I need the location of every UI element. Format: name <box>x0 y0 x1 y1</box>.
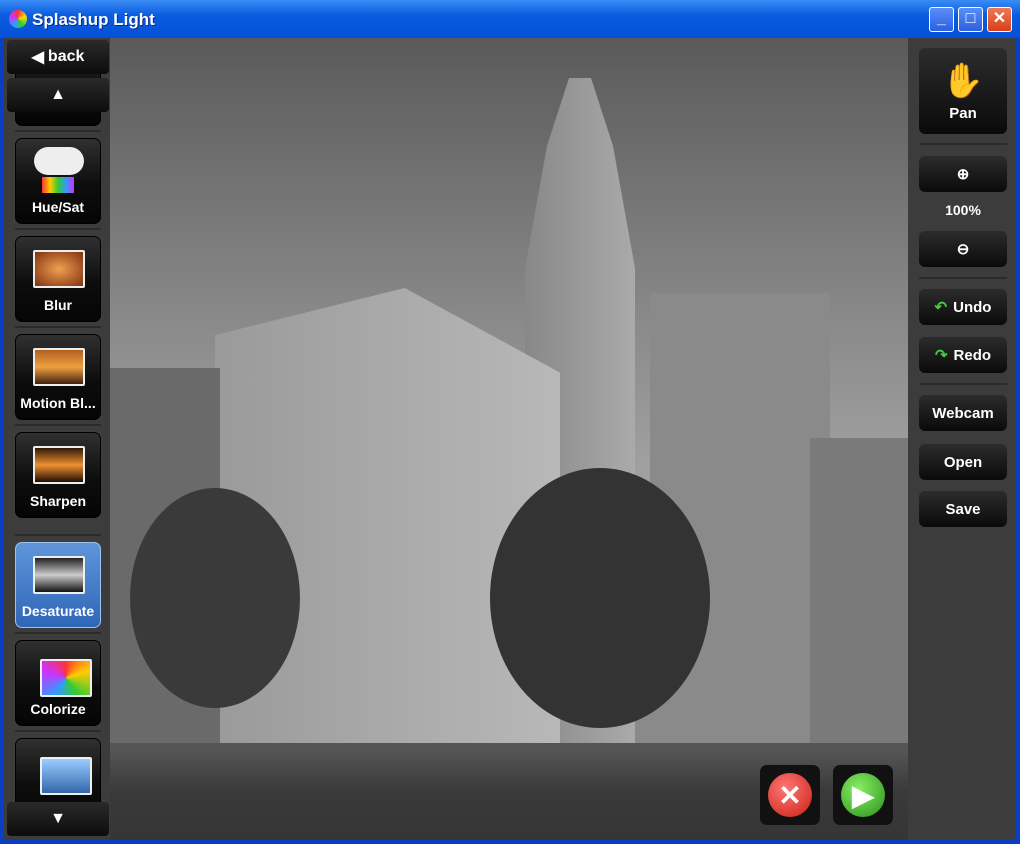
cloud-icon <box>34 147 84 175</box>
photo-tree-left <box>130 488 300 708</box>
title-bar: Splashup Light _ □ ✕ <box>0 0 1020 38</box>
tools-panel: ◀ back ▲ Hue/Sat Blur Motion Bl... Sharpe… <box>4 38 110 840</box>
minimize-button[interactable]: _ <box>929 7 954 32</box>
sharpen-thumbnail <box>33 446 85 484</box>
tool-colorize[interactable]: Colorize <box>15 640 101 726</box>
tool-hue-sat[interactable]: Hue/Sat <box>15 138 101 224</box>
scroll-down-button[interactable]: ▼ <box>7 802 109 836</box>
cancel-button[interactable]: ✕ <box>760 765 820 825</box>
colorize-thumbnail <box>40 659 92 697</box>
back-arrow-icon: ◀ <box>31 49 44 66</box>
app-icon <box>9 10 27 28</box>
tool-thumbnail <box>40 757 92 795</box>
cancel-x-icon: ✕ <box>768 773 812 817</box>
right-panel: ✋ Pan ⊕ 100% ⊖ ↶ Undo ↷ Redo Webcam Open S… <box>908 38 1016 840</box>
scroll-up-button[interactable]: ▲ <box>7 78 109 112</box>
close-button[interactable]: ✕ <box>987 7 1012 32</box>
back-label: back <box>47 48 85 65</box>
pan-label: Pan <box>949 104 977 122</box>
play-arrow-icon: ▶ <box>841 773 885 817</box>
open-button[interactable]: Open <box>919 444 1007 480</box>
zoom-out-icon: ⊖ <box>956 241 970 258</box>
window-title: Splashup Light <box>32 10 155 29</box>
redo-button[interactable]: ↷ Redo <box>919 337 1007 373</box>
bottom-bar: ✕ ▶ <box>110 751 908 840</box>
zoom-in-icon: ⊕ <box>956 166 970 183</box>
rainbow-rain-icon <box>42 177 74 193</box>
zoom-level: 100% <box>945 202 981 218</box>
motion-blur-thumbnail <box>33 348 85 386</box>
hand-icon: ✋ <box>941 61 985 100</box>
image-canvas[interactable] <box>110 38 908 751</box>
photo-buildings-far <box>810 438 908 751</box>
zoom-out-button[interactable]: ⊖ <box>919 231 1007 267</box>
zoom-in-button[interactable]: ⊕ <box>919 156 1007 192</box>
photo-tree-right <box>490 468 710 728</box>
redo-label: Redo <box>953 346 992 364</box>
desaturate-thumbnail <box>33 556 85 594</box>
undo-button[interactable]: ↶ Undo <box>919 289 1007 325</box>
tool-sharpen[interactable]: Sharpen <box>15 432 101 518</box>
redo-icon: ↷ <box>934 347 948 364</box>
maximize-button[interactable]: □ <box>958 7 983 32</box>
save-button[interactable]: Save <box>919 491 1007 527</box>
undo-icon: ↶ <box>934 299 948 316</box>
apply-button[interactable]: ▶ <box>833 765 893 825</box>
webcam-button[interactable]: Webcam <box>919 395 1007 431</box>
pan-button[interactable]: ✋ Pan <box>919 48 1007 134</box>
tool-motion-blur[interactable]: Motion Bl... <box>15 334 101 420</box>
blur-thumbnail <box>33 250 85 288</box>
photo-street <box>110 743 908 751</box>
tool-desaturate[interactable]: Desaturate <box>15 542 101 628</box>
tool-blur[interactable]: Blur <box>15 236 101 322</box>
undo-label: Undo <box>953 298 992 316</box>
back-button[interactable]: ◀ back <box>7 40 109 74</box>
